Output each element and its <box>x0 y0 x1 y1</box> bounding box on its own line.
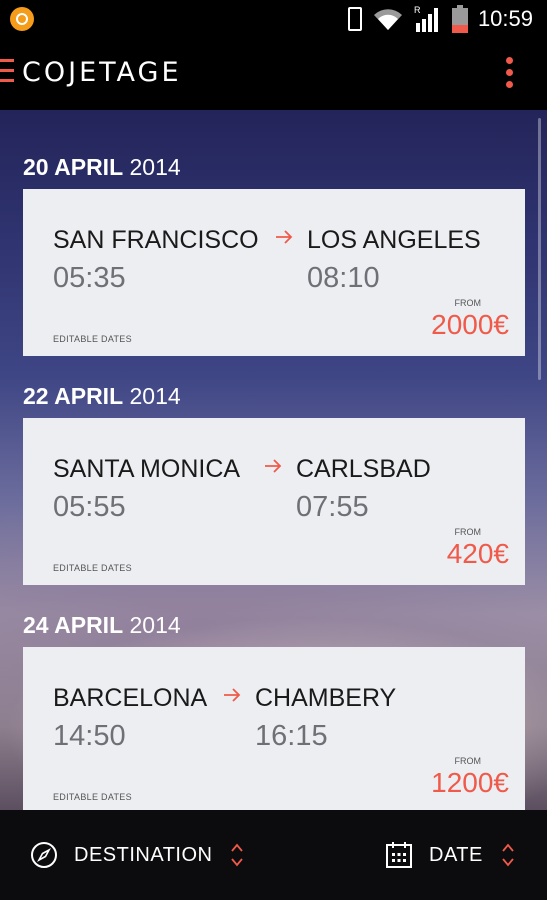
departure-time: 05:55 <box>53 491 126 523</box>
clock: 10:59 <box>477 5 533 31</box>
date-year: 2014 <box>129 383 181 409</box>
editable-dates-label: EDITABLE DATES <box>53 334 132 344</box>
price: 1200€ <box>431 767 509 798</box>
date-day: 20 APRIL <box>23 154 124 180</box>
compass-icon <box>31 842 57 868</box>
trip-card[interactable]: SANTA MONICA CARLSBAD 05:55 07:55 EDITAB… <box>23 418 525 585</box>
arrival-time: 07:55 <box>296 491 369 523</box>
date-filter-button[interactable]: DATE <box>385 840 515 870</box>
departure-time: 05:35 <box>53 262 126 294</box>
trip-card[interactable]: BARCELONA CHAMBERY 14:50 16:15 EDITABLE … <box>23 647 525 810</box>
destination-filter-button[interactable]: DESTINATION <box>30 840 244 870</box>
arrow-right-icon <box>276 230 293 244</box>
from-city: SANTA MONICA <box>53 455 241 483</box>
bottom-filter-bar: DESTINATION DATE <box>0 810 547 900</box>
date-header: 20 APRIL 2014 <box>23 154 181 181</box>
wifi-icon <box>373 8 402 30</box>
battery-icon <box>451 4 468 33</box>
date-day: 24 APRIL <box>23 612 124 638</box>
signal-icon: R <box>414 5 438 32</box>
overflow-menu-icon[interactable] <box>504 57 514 91</box>
arrow-right-icon <box>265 459 282 473</box>
departure-time: 14:50 <box>53 720 126 752</box>
price-from-label: FROM <box>454 298 482 308</box>
to-city: CHAMBERY <box>255 684 397 712</box>
app-notification-icon <box>10 7 34 31</box>
status-bar: R 10:59 <box>0 0 547 37</box>
price: 2000€ <box>431 309 509 340</box>
date-year: 2014 <box>129 154 181 180</box>
phone-vibrate-icon <box>347 6 362 31</box>
sort-icon <box>231 843 244 867</box>
arrival-time: 16:15 <box>255 720 328 752</box>
trip-list[interactable]: 20 APRIL 2014 SAN FRANCISCO LOS ANGELES … <box>0 110 547 810</box>
destination-label: DESTINATION <box>74 843 213 866</box>
price-from-label: FROM <box>454 527 482 537</box>
date-label: DATE <box>429 843 483 866</box>
date-header: 24 APRIL 2014 <box>23 612 181 639</box>
date-header: 22 APRIL 2014 <box>23 383 181 410</box>
status-icons: R 10:59 <box>347 3 533 34</box>
arrival-time: 08:10 <box>307 262 380 294</box>
date-day: 22 APRIL <box>23 383 124 409</box>
hamburger-menu-icon[interactable] <box>0 59 14 85</box>
sort-icon <box>502 843 514 867</box>
from-city: SAN FRANCISCO <box>53 226 259 254</box>
price-from-label: FROM <box>454 756 482 766</box>
price: 420€ <box>446 538 509 569</box>
calendar-icon <box>386 842 412 868</box>
signal-roaming-label: R <box>414 5 421 15</box>
to-city: LOS ANGELES <box>307 226 481 254</box>
scrollbar[interactable] <box>538 118 541 380</box>
editable-dates-label: EDITABLE DATES <box>53 792 132 802</box>
editable-dates-label: EDITABLE DATES <box>53 563 132 573</box>
from-city: BARCELONA <box>53 684 208 712</box>
app-title: COJETAGE <box>22 57 182 88</box>
arrow-right-icon <box>224 688 241 702</box>
date-year: 2014 <box>129 612 181 638</box>
to-city: CARLSBAD <box>296 455 431 483</box>
app-bar: COJETAGE <box>0 37 547 110</box>
trip-card[interactable]: SAN FRANCISCO LOS ANGELES 05:35 08:10 ED… <box>23 189 525 356</box>
